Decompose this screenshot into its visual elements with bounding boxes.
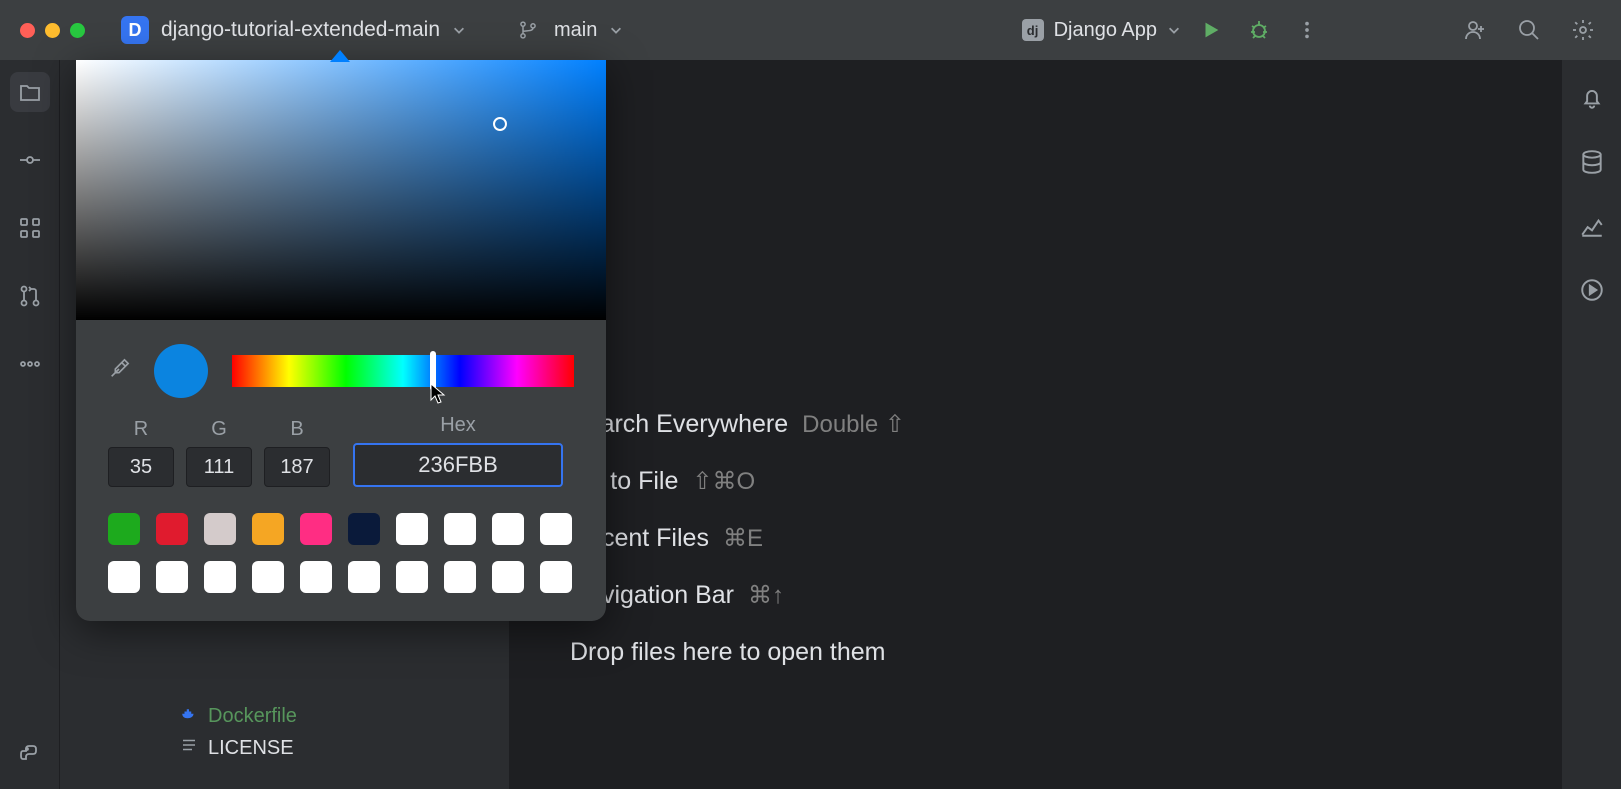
preset-swatch[interactable] (156, 561, 188, 593)
r-input[interactable] (108, 447, 174, 487)
run-config-selector[interactable]: dj Django App (1022, 19, 1181, 42)
g-input[interactable] (186, 447, 252, 487)
close-window-button[interactable] (20, 23, 35, 38)
eyedropper-button[interactable] (108, 358, 130, 385)
tree-item-label: Dockerfile (208, 705, 297, 728)
maximize-window-button[interactable] (70, 23, 85, 38)
project-badge-icon: D (121, 16, 149, 44)
hint-label: Drop files here to open them (570, 638, 885, 667)
b-label: B (290, 418, 303, 441)
structure-tool-button[interactable] (10, 208, 50, 248)
preset-swatch[interactable] (252, 513, 284, 545)
g-label: G (211, 418, 227, 441)
preset-swatch[interactable] (108, 561, 140, 593)
hue-slider[interactable] (232, 355, 574, 387)
preset-swatch[interactable] (444, 561, 476, 593)
hex-label: Hex (440, 414, 476, 437)
git-branch-icon[interactable] (518, 20, 538, 40)
color-picker-popup: R G B Hex (76, 60, 606, 621)
commit-tool-button[interactable] (10, 140, 50, 180)
project-tool-button[interactable] (10, 72, 50, 112)
tree-item-license[interactable]: LICENSE (180, 732, 509, 764)
preset-swatch[interactable] (540, 561, 572, 593)
preset-swatch[interactable] (204, 513, 236, 545)
docker-icon (180, 704, 198, 728)
notifications-button[interactable] (1574, 80, 1610, 116)
preset-swatches (76, 505, 606, 621)
chevron-down-icon (1167, 23, 1181, 37)
hint-drop-files: Drop files here to open them (570, 638, 1561, 667)
chevron-down-icon[interactable] (609, 23, 623, 37)
hint-search-everywhere: Search Everywhere Double ⇧ (570, 410, 1561, 439)
left-tool-rail (0, 60, 60, 789)
preset-swatch[interactable] (492, 561, 524, 593)
cursor-icon (430, 383, 446, 405)
add-user-button[interactable] (1457, 12, 1493, 48)
hint-shortcut: Double ⇧ (802, 410, 905, 439)
hint-go-to-file: Go to File ⇧⌘O (570, 467, 1561, 496)
hint-navigation-bar: Navigation Bar ⌘↑ (570, 581, 1561, 610)
current-color-swatch (154, 344, 208, 398)
more-tools-button[interactable] (10, 344, 50, 384)
window-controls (20, 23, 85, 38)
hint-shortcut: ⌘↑ (748, 581, 784, 610)
preset-swatch[interactable] (348, 513, 380, 545)
more-actions-button[interactable] (1289, 12, 1325, 48)
preset-swatch[interactable] (348, 561, 380, 593)
preset-swatch[interactable] (396, 561, 428, 593)
hint-shortcut: ⌘E (723, 524, 763, 553)
right-tool-rail (1561, 60, 1621, 789)
preset-swatch[interactable] (444, 513, 476, 545)
git-branch-name[interactable]: main (554, 19, 597, 42)
search-button[interactable] (1511, 12, 1547, 48)
b-input[interactable] (264, 447, 330, 487)
preset-swatch[interactable] (396, 513, 428, 545)
preset-swatch[interactable] (492, 513, 524, 545)
django-icon: dj (1022, 19, 1044, 41)
file-text-icon (180, 736, 198, 760)
analytics-tool-button[interactable] (1574, 208, 1610, 244)
run-anything-button[interactable] (1574, 272, 1610, 308)
preset-swatch[interactable] (156, 513, 188, 545)
hex-input[interactable] (353, 443, 563, 487)
settings-button[interactable] (1565, 12, 1601, 48)
hint-recent-files: Recent Files ⌘E (570, 524, 1561, 553)
run-button[interactable] (1193, 12, 1229, 48)
chevron-down-icon[interactable] (452, 23, 466, 37)
saturation-field[interactable] (76, 60, 606, 320)
top-toolbar: D django-tutorial-extended-main main dj … (0, 0, 1621, 60)
tree-item-label: LICENSE (208, 737, 294, 760)
minimize-window-button[interactable] (45, 23, 60, 38)
python-console-button[interactable] (10, 735, 50, 775)
debug-button[interactable] (1241, 12, 1277, 48)
tree-item-dockerfile[interactable]: Dockerfile (180, 700, 509, 732)
project-name[interactable]: django-tutorial-extended-main (161, 18, 440, 42)
r-label: R (134, 418, 148, 441)
pull-requests-tool-button[interactable] (10, 276, 50, 316)
run-config-name: Django App (1054, 19, 1157, 42)
preset-swatch[interactable] (204, 561, 236, 593)
hint-shortcut: ⇧⌘O (692, 467, 755, 496)
saturation-handle[interactable] (493, 117, 507, 131)
preset-swatch[interactable] (252, 561, 284, 593)
preset-swatch[interactable] (300, 561, 332, 593)
popup-pointer (330, 50, 350, 62)
preset-swatch[interactable] (300, 513, 332, 545)
editor-empty-state: Search Everywhere Double ⇧ Go to File ⇧⌘… (510, 60, 1561, 789)
preset-swatch[interactable] (540, 513, 572, 545)
preset-swatch[interactable] (108, 513, 140, 545)
database-tool-button[interactable] (1574, 144, 1610, 180)
